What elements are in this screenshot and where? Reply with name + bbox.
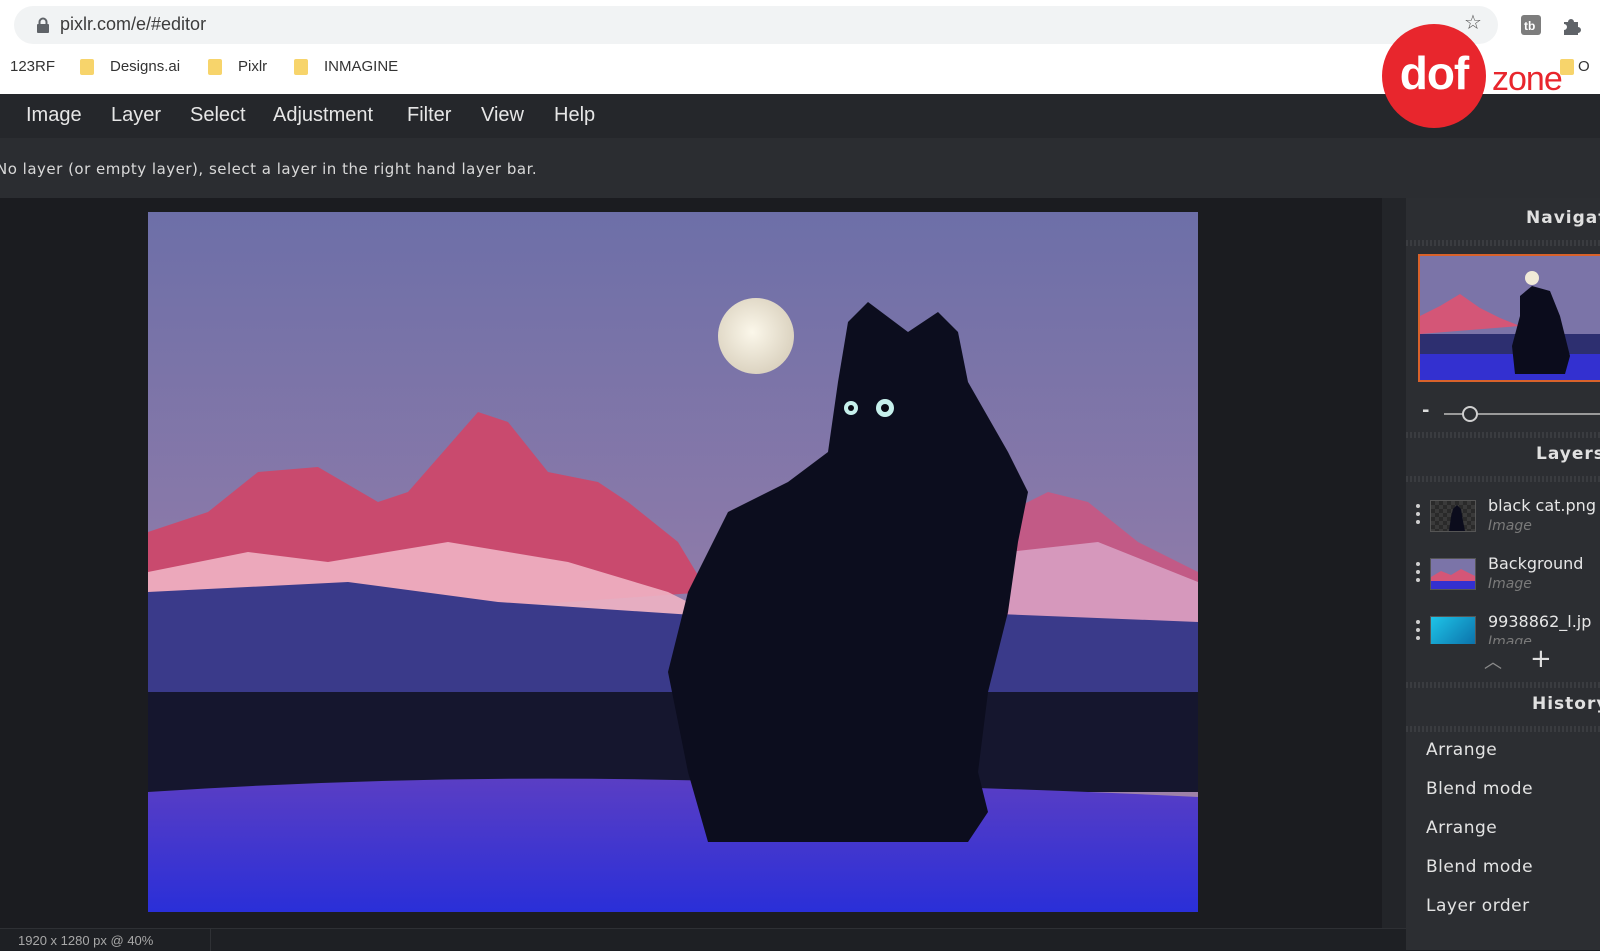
extension-tb-icon[interactable]: tb [1520,14,1542,36]
navigator-preview[interactable] [1418,254,1600,382]
move-layer-up-icon[interactable]: ︿ [1484,648,1502,674]
zoom-out-button[interactable]: - [1422,400,1429,421]
bookmark-label: O [1578,58,1590,75]
watermark-zone-text: zone [1492,60,1563,98]
layer-name: Background [1488,554,1584,573]
tool-options-bar: No layer (or empty layer), select a laye… [0,138,1600,198]
url-text[interactable]: pixlr.com/e/#editor [60,14,206,35]
canvas-artwork [148,212,1198,912]
history-title: History [1532,694,1600,714]
layer-name: 9938862_l.jp [1488,612,1592,631]
navigator-title: Navigat [1526,208,1600,228]
panel-divider [1406,432,1600,438]
history-item[interactable]: Blend mode [1426,857,1533,877]
bookmark-label: Pixlr [238,58,268,75]
image-size-zoom: 1920 x 1280 px @ 40% [18,933,154,948]
info-message: No layer (or empty layer), select a laye… [0,160,538,178]
bookmark-star-icon[interactable]: ☆ [1464,12,1482,32]
history-item[interactable]: Blend mode [1426,779,1533,799]
watermark-logo: dof [1382,24,1486,128]
bookmark-label: Designs.ai [110,58,181,75]
extensions-puzzle-icon[interactable] [1560,14,1582,36]
bookmark-label: 123RF [10,58,56,75]
layer-row[interactable]: Background Image [1406,550,1600,606]
drag-handle-icon[interactable] [1416,562,1420,586]
layer-name: black cat.png [1488,496,1596,515]
panel-divider [1406,476,1600,482]
zoom-slider-handle[interactable] [1462,406,1478,422]
layer-type: Image [1488,576,1532,592]
layer-row[interactable]: 9938862_l.jp Image [1406,608,1600,644]
drag-handle-icon[interactable] [1416,504,1420,528]
moon [718,298,794,374]
svg-text:tb: tb [1524,19,1535,33]
lock-icon [37,17,49,33]
folder-icon [80,58,94,75]
menu-view[interactable]: View [481,104,524,127]
navigator-thumbnail [1420,256,1600,380]
bookmarks-bar: 123RF Designs.ai Pixlr INMAGINE O [0,54,1600,84]
menu-image[interactable]: Image [26,104,82,127]
zoom-slider-row: - [1422,400,1600,424]
panel-divider [1406,726,1600,732]
menu-adjustment[interactable]: Adjustment [273,104,373,127]
bookmark-inmagine[interactable]: INMAGINE [294,58,398,75]
layer-thumbnail [1430,500,1476,532]
watermark-dof-text: dof [1399,47,1470,99]
menu-filter[interactable]: Filter [407,104,451,127]
add-layer-icon[interactable]: + [1530,646,1552,672]
status-divider [210,929,211,951]
bookmark-designs-ai[interactable]: Designs.ai [80,58,180,75]
layers-title: Layers [1536,444,1600,464]
browser-chrome: pixlr.com/e/#editor ☆ tb 123RF Designs.a… [0,0,1600,94]
status-bar: 1920 x 1280 px @ 40% [0,928,1406,951]
bookmark-pixlr[interactable]: Pixlr [208,58,267,75]
folder-icon [208,58,222,75]
history-item[interactable]: Layer order [1426,896,1530,916]
layer-thumbnail [1430,616,1476,644]
layer-thumbnail [1430,558,1476,590]
image-canvas[interactable] [148,212,1198,912]
menu-layer[interactable]: Layer [111,104,161,127]
history-item[interactable]: Arrange [1426,818,1497,838]
canvas-vertical-scrollbar[interactable] [1382,198,1406,928]
folder-icon [1560,58,1574,75]
layer-row[interactable]: black cat.png Image [1406,492,1600,548]
layer-type: Image [1488,518,1532,534]
history-item[interactable]: Arrange [1426,740,1497,760]
panel-divider [1406,240,1600,246]
bookmark-123rf[interactable]: 123RF [10,58,55,75]
layer-type: Image [1488,634,1532,644]
bookmark-other[interactable]: O [1560,58,1590,75]
app-menubar: Image Layer Select Adjustment Filter Vie… [0,94,1600,138]
address-bar[interactable]: pixlr.com/e/#editor [14,6,1498,44]
drag-handle-icon[interactable] [1416,620,1420,644]
right-panel: Navigat - Layers black cat.png Image Bac… [1406,198,1600,950]
menu-help[interactable]: Help [554,104,595,127]
bookmark-label: INMAGINE [324,58,399,75]
folder-icon [294,58,308,75]
menu-select[interactable]: Select [190,104,246,127]
panel-divider [1406,682,1600,688]
